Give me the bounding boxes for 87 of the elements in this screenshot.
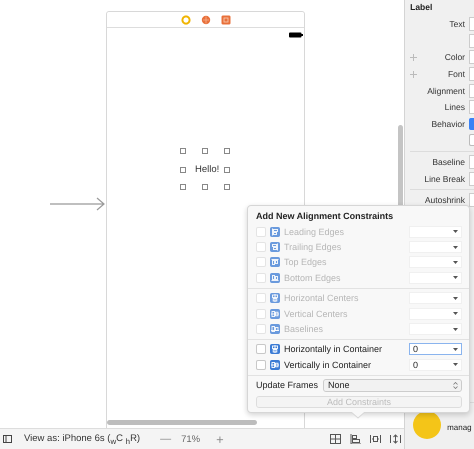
pin-icon[interactable] <box>370 434 382 444</box>
hcenter-align-icon <box>270 293 280 304</box>
top-align-icon <box>270 257 280 268</box>
property-label: Line Break <box>423 174 466 184</box>
property-label: Lines <box>444 102 466 112</box>
resolve-icon[interactable] <box>390 434 402 444</box>
offset-dropdown[interactable] <box>409 272 462 284</box>
caret-icon <box>453 276 458 280</box>
property-label: Alignment <box>426 86 466 96</box>
property-field[interactable] <box>469 100 474 114</box>
plus-icon[interactable] <box>410 54 418 61</box>
popover-title: Add New Alignment Constraints <box>256 211 394 221</box>
panel-toggle-icon[interactable] <box>3 435 12 443</box>
label-text[interactable]: Hello! <box>195 164 220 175</box>
vcenter-align-icon <box>270 360 280 370</box>
property-field[interactable] <box>469 67 474 82</box>
object-icon <box>413 411 442 439</box>
stepper-icon <box>453 382 458 389</box>
align-icon[interactable] <box>350 434 362 444</box>
baseline-align-icon <box>270 324 280 334</box>
caret-icon <box>453 328 458 331</box>
caret-icon <box>453 296 458 300</box>
view-as-label[interactable]: View as: iPhone 6s ($_{w}$C $_{h}$R) <box>24 432 140 446</box>
property-field[interactable] <box>469 193 474 208</box>
caret-icon <box>453 230 458 234</box>
property-field[interactable] <box>469 50 474 64</box>
offset-dropdown[interactable] <box>409 308 462 320</box>
resize-handle[interactable] <box>202 148 208 154</box>
caret-icon <box>453 260 458 264</box>
section-title: Label <box>409 1 434 14</box>
property-field[interactable] <box>469 34 474 48</box>
plus-icon[interactable] <box>410 70 418 78</box>
vcenter-align-icon <box>270 308 280 319</box>
resize-handle[interactable] <box>180 148 186 154</box>
hcenter-align-icon <box>270 344 280 354</box>
caret-icon <box>453 246 458 249</box>
constraint-label: Vertical Centers <box>284 308 348 319</box>
object-description: manag <box>447 423 472 432</box>
stack-icon[interactable] <box>330 434 342 444</box>
constraint-label: Horizontal Centers <box>284 293 359 304</box>
offset-dropdown[interactable]: 0 <box>409 343 462 356</box>
trailing-align-icon <box>270 242 280 252</box>
resize-handle[interactable] <box>202 184 208 190</box>
update-frames-select[interactable]: None <box>323 378 462 392</box>
bottom-align-icon <box>270 272 280 283</box>
leading-align-icon <box>270 226 280 237</box>
property-label: Text <box>448 19 466 30</box>
property-field[interactable] <box>469 17 474 32</box>
property-label: Behavior <box>430 118 466 129</box>
property-label: Baseline <box>431 157 466 168</box>
property-label: Color <box>444 52 466 62</box>
constraint-label: Vertically in Container <box>284 360 372 370</box>
offset-dropdown[interactable] <box>409 241 462 254</box>
property-label: Font <box>446 69 466 80</box>
circle-icon[interactable] <box>181 15 191 25</box>
checkbox[interactable] <box>469 118 474 130</box>
offset-dropdown[interactable] <box>409 292 462 304</box>
caret-icon <box>453 312 458 316</box>
checkbox[interactable] <box>256 360 266 370</box>
property-field[interactable] <box>469 84 474 98</box>
constraint-label: Top Edges <box>284 257 327 268</box>
constraint-label: Bottom Edges <box>284 272 341 283</box>
entry-arrow-icon <box>50 197 106 211</box>
caret-icon <box>453 363 458 366</box>
horizontal-scrollbar[interactable] <box>107 420 257 425</box>
property-label: Autoshrink <box>424 195 466 206</box>
constraint-label: Baselines <box>284 324 324 334</box>
constraint-label: Horizontally in Container <box>284 344 382 354</box>
constraint-label: Trailing Edges <box>284 242 342 252</box>
offset-dropdown[interactable] <box>409 226 462 238</box>
resize-handle[interactable] <box>224 184 230 190</box>
caret-icon <box>453 348 458 351</box>
constraint-label: Leading Edges <box>284 226 344 237</box>
property-field[interactable] <box>469 155 474 170</box>
offset-dropdown[interactable] <box>409 256 462 268</box>
update-frames-label: Update Frames <box>256 380 318 390</box>
battery-icon <box>289 32 303 38</box>
resize-handle[interactable] <box>224 167 230 173</box>
resize-handle[interactable] <box>224 148 230 154</box>
offset-dropdown[interactable] <box>409 323 462 336</box>
resize-handle[interactable] <box>180 167 186 173</box>
checkbox[interactable] <box>469 134 474 146</box>
zoom-level: 71% <box>181 434 200 444</box>
checkbox[interactable] <box>256 344 266 354</box>
offset-dropdown[interactable]: 0 <box>409 358 462 371</box>
resize-handle[interactable] <box>180 184 186 190</box>
property-field[interactable] <box>469 172 474 186</box>
